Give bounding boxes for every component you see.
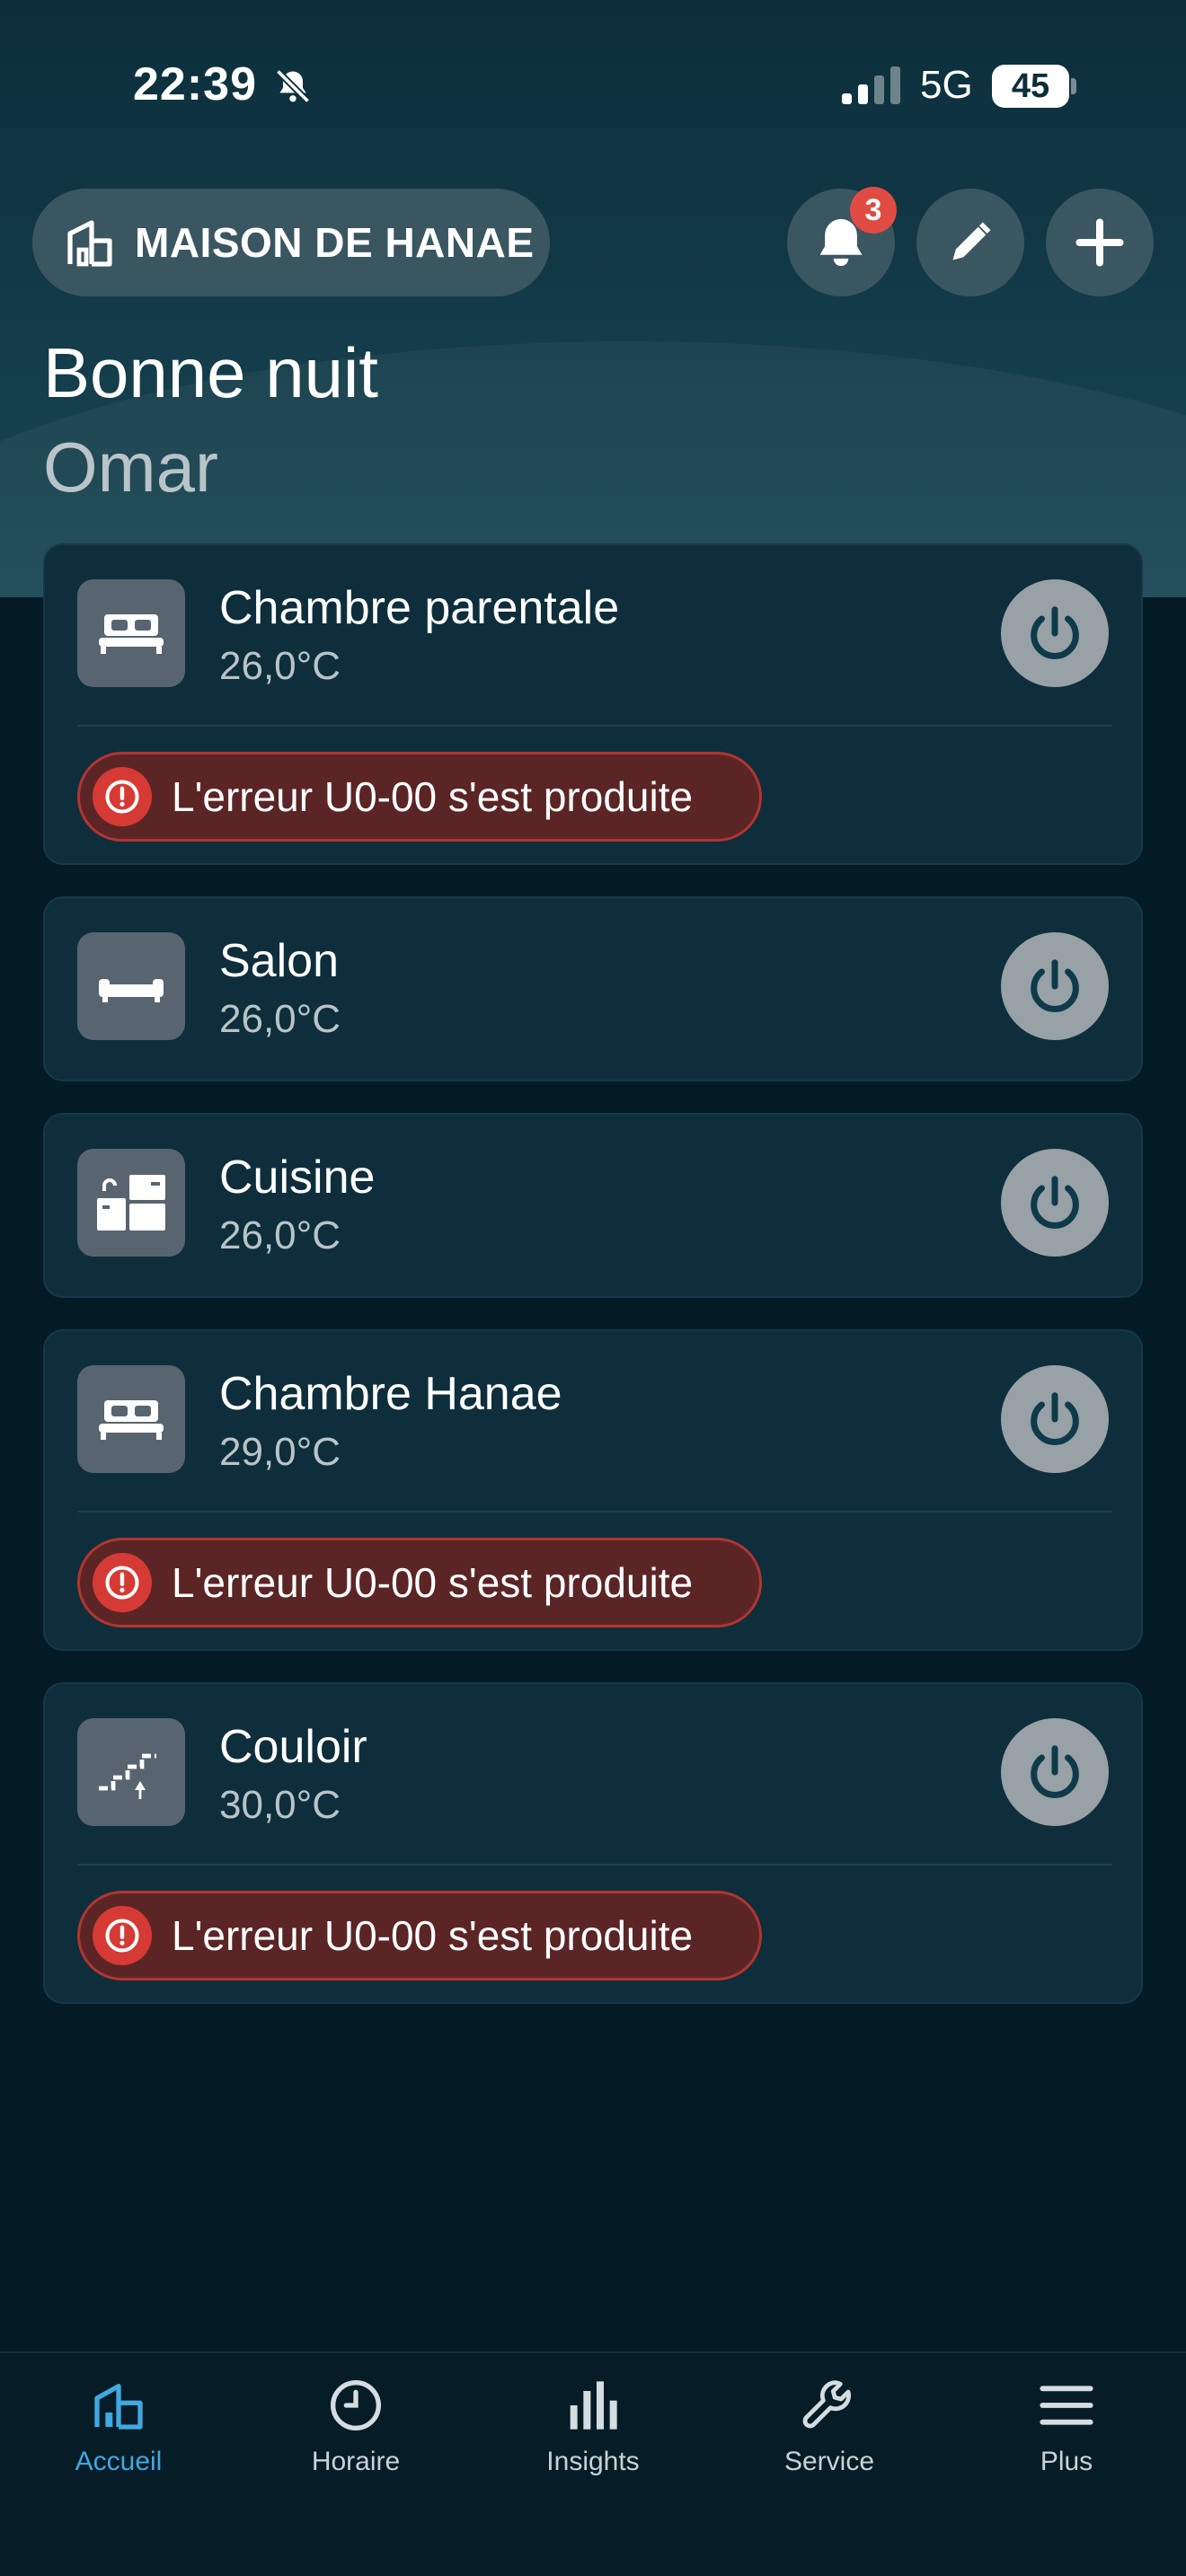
divider [77, 725, 1112, 727]
room-temperature: 29,0°C [219, 1430, 341, 1474]
room-temperature: 26,0°C [219, 997, 341, 1041]
nav-item-insights[interactable]: Insights [503, 2377, 683, 2502]
error-message: L'erreur U0-00 s'est produite [172, 1559, 694, 1606]
power-button[interactable] [1001, 579, 1109, 687]
room-card-salon[interactable]: Salon 26,0°C [43, 896, 1143, 1081]
nav-label: Horaire [311, 2447, 401, 2476]
room-temperature: 26,0°C [219, 1213, 341, 1257]
power-icon [1031, 1392, 1079, 1445]
room-card-couloir[interactable]: Couloir 30,0°C L'erreur U0-00 s'est prod… [43, 1682, 1143, 2004]
divider [77, 1864, 1112, 1866]
nav-item-accueil[interactable]: Accueil [29, 2377, 208, 2502]
clock-icon [331, 2380, 381, 2430]
edit-button[interactable] [916, 189, 1024, 296]
battery-level: 45 [992, 65, 1069, 108]
menu-icon [1040, 2386, 1093, 2425]
power-button[interactable] [1001, 1365, 1109, 1473]
sofa-icon [77, 932, 185, 1040]
nav-item-service[interactable]: Service [739, 2377, 919, 2502]
user-name: Omar [43, 428, 218, 507]
kitchen-icon [77, 1149, 185, 1257]
room-name: Cuisine [219, 1151, 376, 1204]
bottom-navigation: Accueil Horaire Insights Service Plus [0, 2351, 1186, 2576]
nav-item-plus[interactable]: Plus [977, 2377, 1156, 2502]
nav-label: Accueil [75, 2447, 163, 2476]
error-banner[interactable]: L'erreur U0-00 s'est produite [77, 1538, 762, 1628]
power-icon [1031, 1176, 1079, 1229]
power-icon [1031, 606, 1079, 659]
divider [77, 1511, 1112, 1513]
home-icon [94, 2384, 143, 2430]
house-icon [67, 220, 112, 267]
room-temperature: 30,0°C [219, 1783, 341, 1827]
room-card-chambre-hanae[interactable]: Chambre Hanae 29,0°C L'erreur U0-00 s'es… [43, 1329, 1143, 1651]
network-type: 5G [920, 63, 973, 107]
alert-icon [93, 767, 152, 826]
power-button[interactable] [1001, 1149, 1109, 1257]
home-name: MAISON DE HANAE [135, 219, 535, 266]
nav-label: Insights [546, 2447, 640, 2476]
error-message: L'erreur U0-00 s'est produite [172, 1912, 694, 1959]
plus-icon [1075, 218, 1124, 267]
error-message: L'erreur U0-00 s'est produite [172, 773, 694, 820]
add-button[interactable] [1046, 189, 1154, 296]
home-selector-button[interactable]: MAISON DE HANAE [32, 189, 550, 296]
greeting: Bonne nuit [43, 333, 378, 412]
room-card-chambre-parentale[interactable]: Chambre parentale 26,0°C L'erreur U0-00 … [43, 543, 1143, 865]
power-button[interactable] [1001, 932, 1109, 1040]
power-icon [1031, 1745, 1079, 1798]
nav-item-horaire[interactable]: Horaire [266, 2377, 446, 2502]
error-banner[interactable]: L'erreur U0-00 s'est produite [77, 752, 762, 842]
power-icon [1031, 959, 1079, 1012]
room-name: Couloir [219, 1721, 367, 1773]
power-button[interactable] [1001, 1718, 1109, 1826]
wrench-icon [802, 2380, 851, 2429]
bar-chart-icon [570, 2381, 617, 2430]
alert-icon [93, 1906, 152, 1965]
signal-icon [842, 66, 900, 104]
stairs-icon [77, 1718, 185, 1826]
room-card-cuisine[interactable]: Cuisine 26,0°C [43, 1113, 1143, 1298]
room-name: Chambre Hanae [219, 1368, 562, 1420]
bell-muted-icon [275, 68, 311, 104]
battery-tip [1071, 78, 1076, 94]
alert-icon [93, 1553, 152, 1612]
bed-icon [77, 1365, 185, 1473]
notification-badge: 3 [850, 187, 897, 234]
room-name: Salon [219, 935, 339, 987]
room-temperature: 26,0°C [219, 644, 341, 688]
pencil-icon [952, 222, 991, 260]
error-banner[interactable]: L'erreur U0-00 s'est produite [77, 1891, 762, 1981]
bed-icon [77, 579, 185, 687]
status-bar: 22:39 5G 45 [0, 0, 1186, 171]
nav-label: Service [783, 2447, 875, 2476]
status-time: 22:39 [133, 58, 257, 110]
room-name: Chambre parentale [219, 582, 620, 634]
nav-label: Plus [1040, 2447, 1093, 2476]
